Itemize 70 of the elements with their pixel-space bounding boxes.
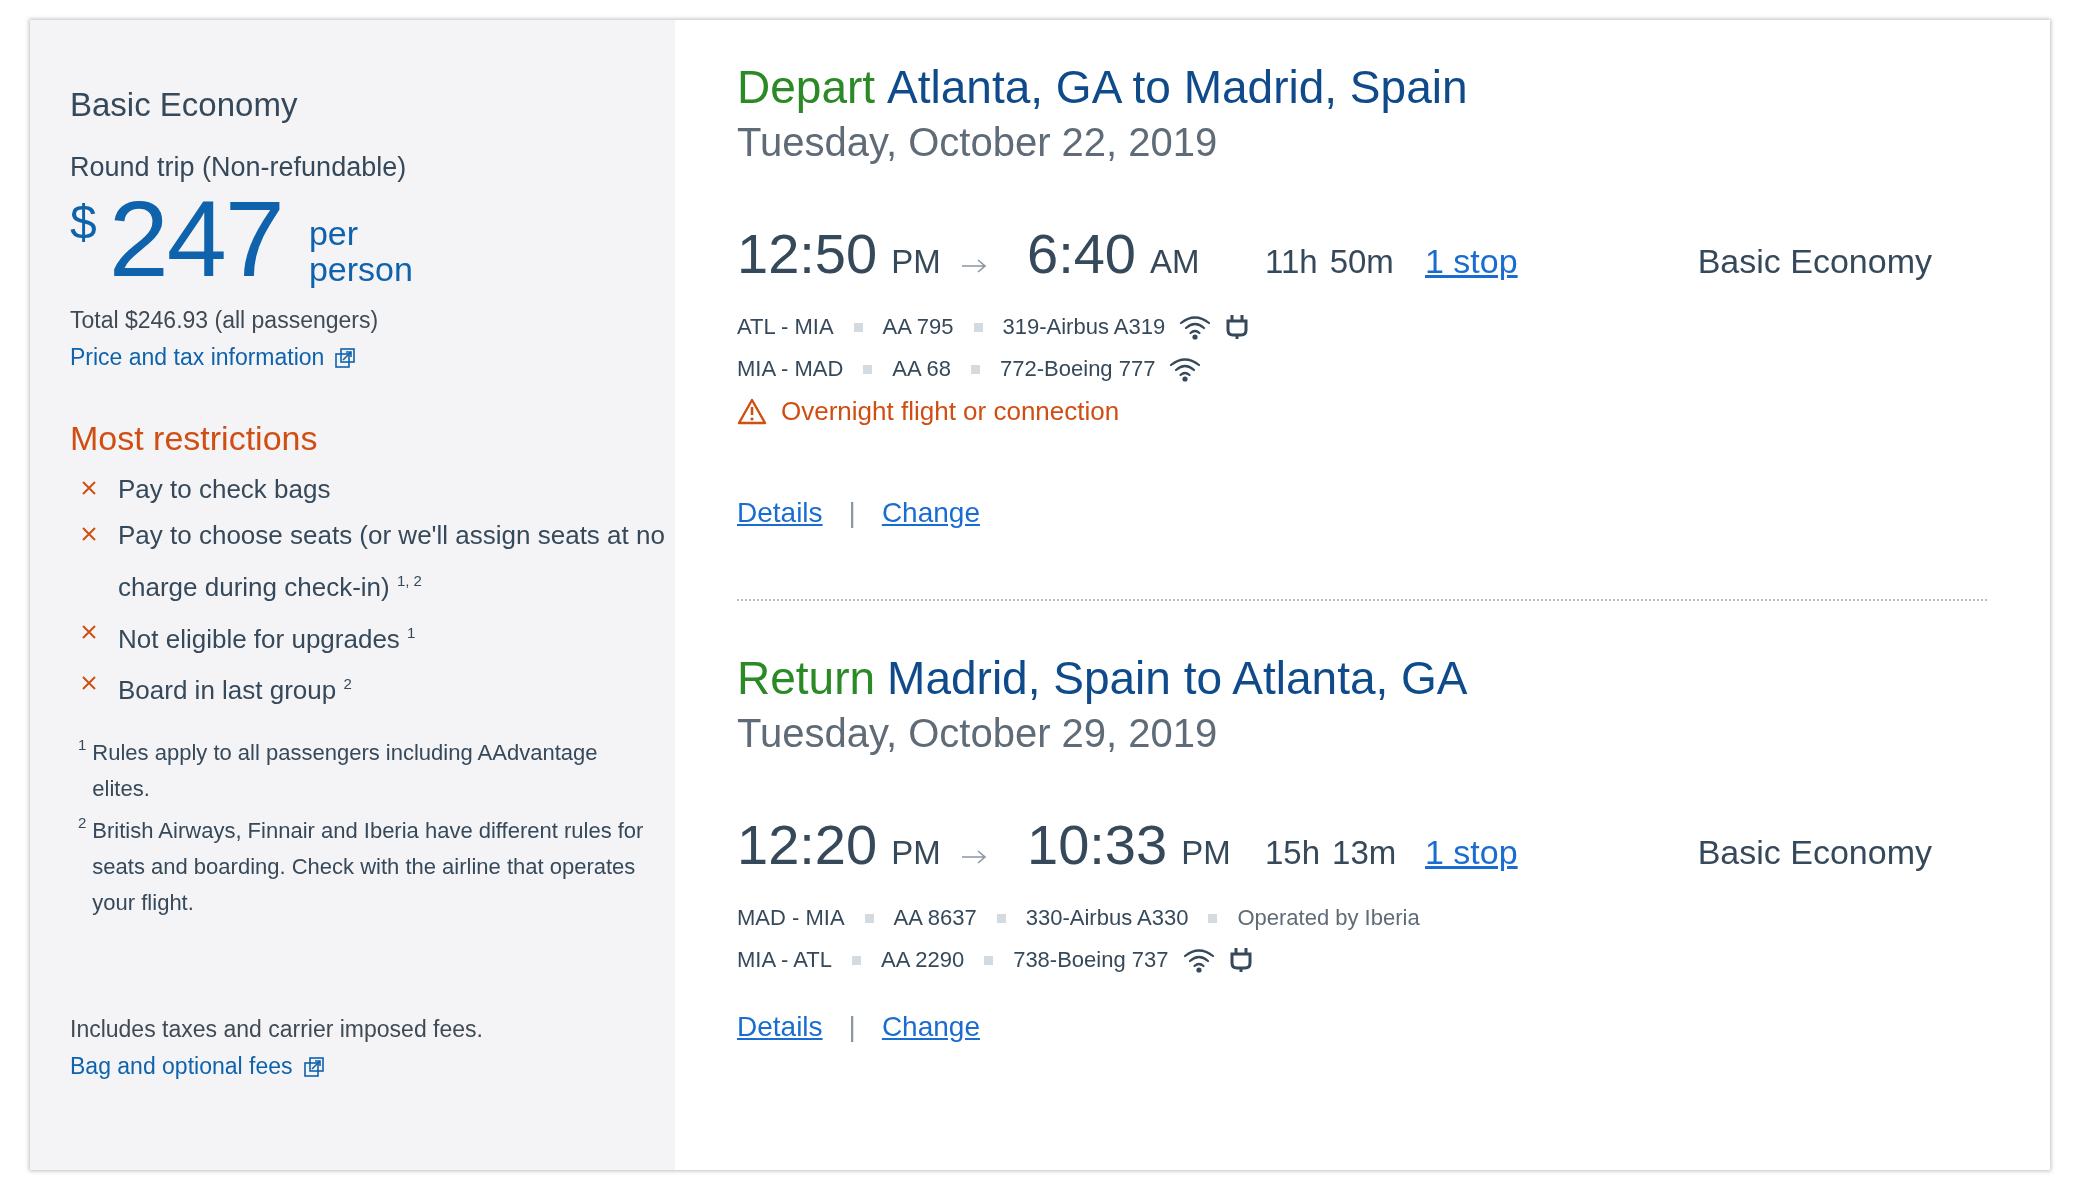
external-link-icon	[334, 346, 357, 369]
footnote-mark: 2	[78, 812, 87, 833]
aircraft-type: 319-Airbus A319	[1002, 314, 1166, 340]
footnote-text: British Airways, Finnair and Iberia have different rules for seats and boarding. Check with the airline that operates your flight.	[92, 816, 645, 917]
warning-text: Overnight flight or connection	[781, 396, 1120, 427]
cross-icon	[82, 624, 96, 639]
footnote-text: Rules apply to all passengers including AAdvantage elites.	[92, 738, 599, 803]
stops-link[interactable]: 1 stop	[1425, 833, 1518, 872]
time-period: PM	[891, 834, 941, 871]
total-price: Total $246.93 (all passengers)	[70, 307, 379, 334]
depart-time: 12:50	[737, 222, 878, 285]
cross-icon	[82, 676, 96, 691]
stops-link[interactable]: 1 stop	[1425, 242, 1518, 281]
restriction-text: Pay to check bags	[118, 473, 332, 506]
flight-number: AA 795	[882, 314, 954, 340]
currency-symbol: $	[70, 195, 97, 250]
duration-hours: 11h	[1265, 243, 1318, 281]
trip-type: Round trip (Non-refundable)	[70, 152, 407, 183]
change-link[interactable]: Change	[881, 1011, 980, 1043]
details-link[interactable]: Details	[737, 1011, 823, 1043]
flight-number: AA 2290	[880, 947, 965, 973]
cross-icon	[82, 527, 96, 541]
aircraft-type: 330-Airbus A330	[1025, 905, 1189, 931]
fees-link[interactable]: Bag and optional fees	[70, 1053, 293, 1080]
external-link-icon	[302, 1055, 325, 1078]
arrow-icon	[961, 259, 987, 273]
warning-icon	[737, 398, 767, 425]
segment-route: ATL - MIA	[737, 314, 834, 340]
operator-text: Operated by Iberia	[1237, 905, 1420, 931]
restriction-text: Board in last group $^{2}$	[118, 673, 353, 707]
restriction-text: Not eligible for upgrades $^{1}$	[118, 622, 417, 656]
details-link[interactable]: Details	[737, 497, 823, 529]
route-title: Atlanta, GA to Madrid, Spain	[887, 61, 1468, 113]
time-period: PM	[891, 243, 941, 280]
arrow-icon	[961, 850, 987, 864]
per-label: per	[308, 215, 360, 251]
depart-time: 12:20	[737, 813, 878, 876]
price-info-link[interactable]: Price and tax information	[70, 344, 325, 371]
restriction-text: Pay to choose seats (or we'll assign seats at no charge during check-in) $^{1, 2}$	[118, 519, 666, 604]
aircraft-type: 772-Boeing 777	[1000, 356, 1156, 382]
segment-route: MAD - MIA	[737, 905, 845, 931]
arrive-time: 6:40	[1027, 222, 1136, 285]
link-separator: |	[848, 497, 856, 529]
slice-label: Depart	[737, 61, 876, 113]
duration-minutes: 50m	[1329, 243, 1394, 281]
footnote-mark: 1	[78, 734, 87, 755]
restrictions-title: Most restrictions	[70, 419, 318, 458]
travel-date: Tuesday, October 22, 2019	[737, 120, 1219, 165]
time-period: PM	[1181, 834, 1231, 871]
flight-number: AA 68	[892, 356, 952, 382]
flight-number: AA 8637	[893, 905, 977, 931]
fare-title: Basic Economy	[70, 86, 298, 124]
duration-hours: 15h	[1265, 834, 1321, 872]
route-title: Madrid, Spain to Atlanta, GA	[887, 652, 1468, 704]
change-link[interactable]: Change	[881, 497, 980, 529]
slice-label: Return	[737, 652, 876, 704]
arrive-time: 10:33	[1027, 813, 1168, 876]
cabin-class: Basic Economy	[1697, 833, 1932, 872]
travel-date: Tuesday, October 29, 2019	[737, 711, 1219, 756]
price: 247	[108, 189, 283, 289]
link-separator: |	[848, 1011, 856, 1043]
fees-note: Includes taxes and carrier imposed fees.	[70, 1016, 483, 1043]
person-label: person	[308, 251, 413, 287]
time-period: AM	[1150, 243, 1200, 280]
aircraft-type: 738-Boeing 737	[1013, 947, 1169, 973]
cabin-class: Basic Economy	[1697, 242, 1932, 281]
segment-route: MIA - ATL	[737, 947, 832, 973]
cross-icon	[82, 481, 96, 495]
duration-minutes: 13m	[1332, 834, 1397, 872]
segment-route: MIA - MAD	[737, 356, 844, 382]
